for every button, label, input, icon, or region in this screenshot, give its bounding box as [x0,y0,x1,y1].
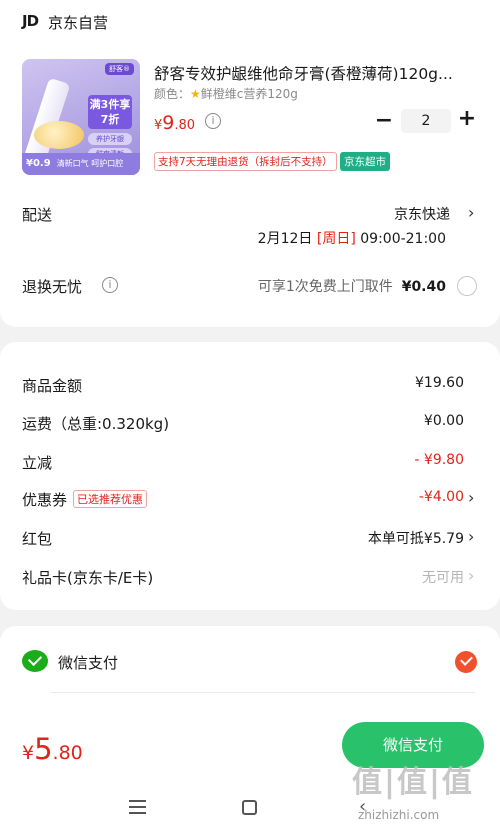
coupon-value[interactable]: -¥4.00 [419,489,464,505]
nav-back-icon[interactable]: ‹ [359,798,366,816]
coupon-row[interactable]: 优惠券 已选推荐优惠 [22,489,148,510]
redpacket-label: 红包 [22,530,53,548]
total-integer: 5 [34,732,53,766]
quantity-decrease-button[interactable]: − [374,108,394,133]
delivery-time-range: 09:00-21:00 [360,231,446,247]
quantity-input[interactable]: 2 [401,109,451,133]
watermark-logo: 值|值|值 [352,765,474,800]
product-image[interactable]: 舒客® 满3件享7折 养护牙龈 鲜爽清新 ¥0.9清新口气 呵护口腔 [22,59,140,175]
coupon-label: 优惠券 [22,491,68,509]
redpacket-chevron-icon[interactable]: › [468,527,474,546]
giftcard-value[interactable]: 无可用 [422,567,464,587]
giftcard-chevron-icon[interactable]: › [468,566,474,585]
shipping-value: ¥0.00 [423,413,464,429]
coupon-badge: 已选推荐优惠 [73,490,148,508]
total-currency: ¥ [22,742,35,764]
total-decimal: .80 [52,742,83,764]
discount-label: 立减 [22,454,53,472]
price-integer: 9 [162,112,175,134]
jd-logo: JD [22,12,39,30]
delivery-method[interactable]: 京东快递 [394,204,450,224]
return-service-label: 退换无忧 [22,278,83,296]
spec-value: 鲜橙维c营养120g [200,87,298,101]
image-bottom-bar: ¥0.9 清新口气 呵护口腔 [22,153,140,175]
delivery-weekday: [周日] [316,231,356,247]
delivery-time[interactable]: 2月12日 [周日] 09:00-21:00 [258,228,446,248]
delivery-label: 配送 [22,206,53,224]
nav-menu-icon[interactable] [129,800,146,814]
divider [50,692,475,693]
giftcard-label: 礼品卡(京东卡/E卡) [22,569,154,587]
return-service-radio[interactable] [457,276,477,296]
product-title[interactable]: 舒客专效护龈维他命牙膏(香橙薄荷)120g... [154,62,476,84]
watermark-url: zhizhizhi.com [358,808,440,822]
star-icon: ★ [190,87,201,101]
wechat-pay-icon [22,650,48,672]
quantity-increase-button[interactable]: + [457,106,477,131]
return-info-icon[interactable]: i [102,277,118,293]
image-promo-badge: 满3件享7折 [88,95,132,129]
delivery-chevron-icon[interactable]: › [468,203,474,222]
delivery-date: 2月12日 [257,231,313,247]
price-decimal: .80 [174,118,196,133]
image-brand-badge: 舒客® [105,63,134,75]
nav-home-icon[interactable] [242,800,257,815]
image-chip-gum: 养护牙龈 [88,133,132,145]
image-small-price: ¥0.9 [26,158,51,169]
image-bottom-text: 清新口气 呵护口腔 [56,159,124,168]
discount-value: - ¥9.80 [414,452,464,468]
coupon-chevron-icon[interactable]: › [468,488,474,507]
price-info-icon[interactable]: i [205,113,221,129]
return-service-price: ¥0.40 [401,279,446,295]
product-price: ¥9.80 [154,112,195,134]
return-policy-tag: 支持7天无理由退货（拆封后不支持） [154,152,337,171]
shop-name[interactable]: 京东自营 [48,12,108,33]
total-price: ¥5.80 [22,732,83,766]
return-desc-text: 可享1次免费上门取件 [257,279,393,295]
orange-graphic [34,121,84,149]
goods-amount-value: ¥19.60 [415,375,464,391]
goods-amount-label: 商品金额 [22,377,83,395]
product-spec: 颜色：★鲜橙维c营养120g [154,85,298,102]
supermarket-tag: 京东超市 [340,152,390,171]
shipping-label: 运费（总重:0.320kg) [22,415,170,433]
return-service-desc: 可享1次免费上门取件 ¥0.40 [258,276,446,296]
spec-label: 颜色： [154,87,191,101]
redpacket-value[interactable]: 本单可抵¥5.79 [368,528,464,548]
wechat-pay-label[interactable]: 微信支付 [58,652,118,673]
selected-check-icon[interactable] [455,651,477,673]
